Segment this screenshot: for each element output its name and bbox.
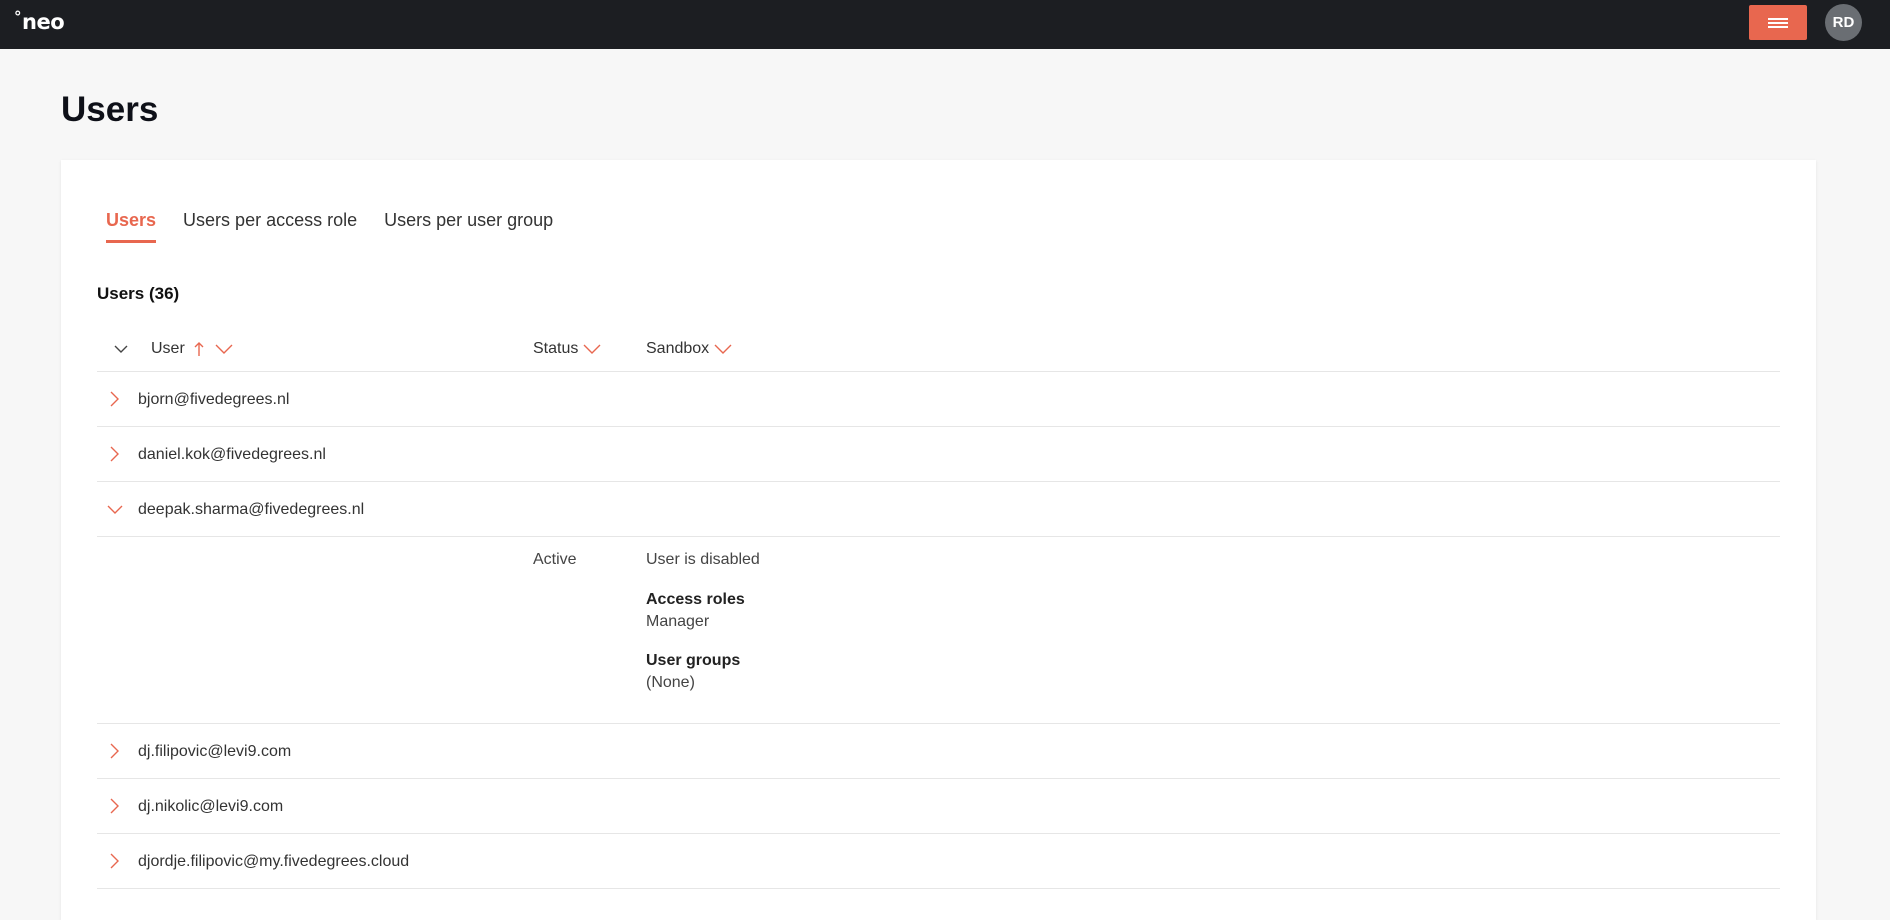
tab-users-per-user-group[interactable]: Users per user group — [384, 210, 553, 243]
chevron-down-icon[interactable] — [107, 505, 123, 515]
sort-ascending-icon[interactable] — [193, 341, 205, 357]
tab-users[interactable]: Users — [106, 210, 157, 243]
column-label-user: User — [151, 340, 185, 357]
logo-text: neo — [22, 10, 65, 34]
column-label-sandbox: Sandbox — [646, 340, 710, 357]
user-avatar[interactable]: RD — [1825, 4, 1862, 41]
chevron-right-icon[interactable] — [109, 391, 119, 407]
tab-users-per-access-role[interactable]: Users per access role — [183, 210, 357, 243]
table-row[interactable]: dj.filipovic@levi9.com — [97, 724, 1780, 779]
filter-chevron-down-icon[interactable] — [714, 344, 732, 354]
user-groups-label: User groups — [646, 652, 741, 669]
access-roles-label: Access roles — [646, 591, 745, 608]
user-email[interactable]: djordje.filipovic@my.fivedegrees.cloud — [138, 834, 409, 889]
chevron-right-icon[interactable] — [109, 743, 119, 759]
chevron-right-icon[interactable] — [109, 446, 119, 462]
menu-button[interactable] — [1749, 5, 1807, 40]
sandbox-status: User is disabled — [646, 551, 760, 568]
expand-all-toggle[interactable] — [109, 326, 128, 372]
chevron-right-icon[interactable] — [109, 853, 119, 869]
neo-logo[interactable]: °neo — [14, 8, 65, 34]
user-email[interactable]: bjorn@fivedegrees.nl — [138, 372, 289, 427]
users-card: Users Users per access role Users per us… — [61, 160, 1816, 920]
chevron-right-icon[interactable] — [109, 798, 119, 814]
user-status: Active — [533, 551, 577, 568]
table-row-expanded[interactable]: deepak.sharma@fivedegrees.nl — [97, 482, 1780, 537]
users-table: User Status Sandbox bjorn@fivedegrees.nl… — [97, 326, 1780, 889]
column-label-status: Status — [533, 340, 579, 357]
filter-chevron-down-icon[interactable] — [583, 344, 601, 354]
table-row[interactable]: daniel.kok@fivedegrees.nl — [97, 427, 1780, 482]
filter-chevron-down-icon[interactable] — [215, 344, 233, 354]
page-title: Users — [61, 90, 159, 129]
user-details-panel: Active User is disabled Access roles Man… — [97, 537, 1780, 724]
user-email[interactable]: deepak.sharma@fivedegrees.nl — [138, 482, 364, 537]
user-email[interactable]: dj.filipovic@levi9.com — [138, 724, 291, 779]
table-row[interactable]: bjorn@fivedegrees.nl — [97, 372, 1780, 427]
access-roles-value: Manager — [646, 613, 710, 630]
user-email[interactable]: dj.nikolic@levi9.com — [138, 779, 283, 834]
column-header-user[interactable]: User — [151, 326, 233, 372]
column-header-status[interactable]: Status — [533, 326, 601, 372]
chevron-down-icon — [114, 345, 128, 353]
users-count-heading: Users (36) — [97, 284, 180, 303]
hamburger-icon — [1768, 17, 1788, 28]
table-header: User Status Sandbox — [97, 326, 1780, 372]
user-groups-value: (None) — [646, 674, 695, 691]
table-row[interactable]: dj.nikolic@levi9.com — [97, 779, 1780, 834]
top-bar: °neo RD — [0, 0, 1890, 49]
logo-degree-mark: ° — [14, 8, 22, 26]
table-row[interactable]: djordje.filipovic@my.fivedegrees.cloud — [97, 834, 1780, 889]
column-header-sandbox[interactable]: Sandbox — [646, 326, 732, 372]
tab-bar: Users Users per access role Users per us… — [106, 210, 553, 243]
user-email[interactable]: daniel.kok@fivedegrees.nl — [138, 427, 326, 482]
